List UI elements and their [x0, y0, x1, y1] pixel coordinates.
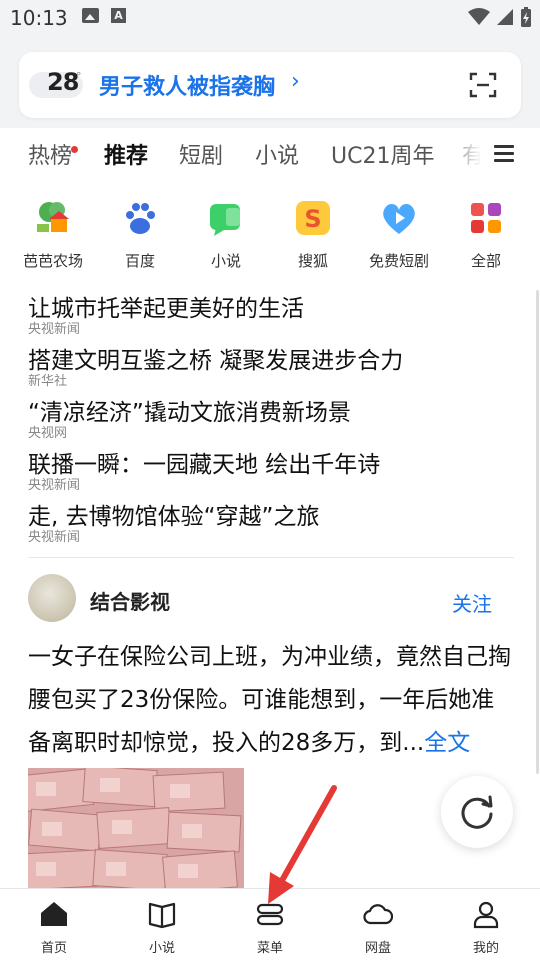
shortcut-novel[interactable]: 小说	[181, 190, 271, 271]
headline-title[interactable]: 联播一瞬：一园藏天地 绘出千年诗	[28, 448, 514, 482]
status-time: 10:13	[10, 6, 68, 30]
avatar[interactable]	[28, 574, 76, 622]
baidu-paw-icon	[120, 198, 160, 238]
refresh-button[interactable]	[441, 776, 513, 848]
nav-label: 小说	[148, 941, 175, 956]
all-apps-icon	[466, 198, 506, 238]
nav-label: 网盘	[364, 941, 391, 956]
signal-icon	[497, 9, 513, 25]
wifi-icon	[468, 8, 490, 25]
shortcut-grid: 芭芭农场 百度 小说 S 搜狐 免费短剧 全部	[0, 190, 540, 280]
headline-title[interactable]: 搭建文明互鉴之桥 凝聚发展进步合力	[28, 344, 514, 378]
nav-label: 菜单	[256, 941, 283, 956]
sohu-icon: S	[293, 198, 333, 238]
novel-icon	[206, 198, 246, 238]
image-notification-icon	[82, 8, 99, 23]
search-box[interactable]: 28 ° 男子救人被指袭胸 ›	[19, 52, 521, 118]
red-dot-badge	[71, 146, 78, 153]
tab-hot[interactable]: 热榜	[28, 138, 72, 170]
nav-profile[interactable]: 我的	[432, 889, 540, 960]
tabs-fade	[440, 128, 500, 180]
shortcut-label: 小说	[210, 252, 241, 270]
shortcut-sohu[interactable]: S 搜狐	[268, 190, 358, 271]
scan-icon[interactable]	[469, 71, 497, 99]
user-icon	[473, 901, 499, 929]
svg-text:S: S	[304, 205, 321, 233]
tab-recommend[interactable]: 推荐	[104, 138, 148, 170]
read-full-link[interactable]: 全文	[424, 730, 470, 756]
chevron-right-icon: ›	[291, 69, 300, 94]
home-icon	[41, 902, 67, 926]
battery-charging-icon	[521, 7, 531, 27]
system-icons	[468, 6, 532, 28]
annotation-arrow-icon	[268, 785, 337, 904]
channel-menu-icon[interactable]	[494, 145, 514, 166]
weather-degree: °	[76, 70, 82, 83]
farm-icon	[33, 198, 73, 238]
weather-temperature[interactable]: 28	[47, 68, 79, 96]
hot-search-query[interactable]: 男子救人被指袭胸	[99, 69, 275, 101]
shortcut-label: 百度	[124, 252, 155, 270]
divider	[28, 557, 514, 558]
nav-novel[interactable]: 小说	[108, 889, 216, 960]
tab-uc21[interactable]: UC21周年	[331, 138, 434, 170]
shortcut-farm[interactable]: 芭芭农场	[8, 190, 98, 271]
list-item[interactable]: 搭建文明互鉴之桥 凝聚发展进步合力 新华社	[28, 344, 514, 396]
shortcut-baidu[interactable]: 百度	[95, 190, 185, 271]
cloud-icon	[363, 904, 394, 925]
header: 28 ° 男子救人被指袭胸 ›	[0, 36, 540, 128]
headline-title[interactable]: 让城市托举起更美好的生活	[28, 292, 514, 326]
book-icon	[148, 902, 176, 929]
headline-title[interactable]: 走, 去博物馆体验“穿越”之旅	[28, 500, 514, 534]
app-notification-icon: A	[111, 8, 126, 23]
shortcut-free-drama[interactable]: 免费短剧	[354, 190, 444, 271]
author-name[interactable]: 结合影视	[90, 586, 170, 615]
nav-label: 我的	[472, 941, 499, 956]
shortcut-label: 芭芭农场	[22, 252, 83, 270]
tab-novel[interactable]: 小说	[255, 138, 299, 170]
feed-image[interactable]	[28, 768, 244, 888]
list-item[interactable]: 联播一瞬：一园藏天地 绘出千年诗 央视新闻	[28, 448, 514, 500]
scrollbar[interactable]	[536, 290, 539, 774]
feed-article-text[interactable]: 一女子在保险公司上班，为冲业绩，竟然自己掏腰包买了23份保险。可谁能想到，一年后…	[28, 636, 514, 765]
status-bar: 10:13 A	[0, 0, 540, 36]
list-item[interactable]: “清凉经济”撬动文旅消费新场景 央视网	[28, 396, 514, 448]
shortcut-label: 全部	[470, 252, 501, 270]
shortcut-all[interactable]: 全部	[441, 190, 531, 271]
refresh-icon	[461, 795, 493, 829]
list-item[interactable]: 走, 去博物馆体验“穿越”之旅 央视新闻	[28, 500, 514, 552]
channel-tabs: 热榜 推荐 短剧 小说 UC21周年 有	[0, 128, 540, 180]
nav-label: 首页	[40, 941, 67, 956]
list-item[interactable]: 让城市托举起更美好的生活 央视新闻	[28, 292, 514, 344]
shortcut-label: 搜狐	[297, 252, 328, 270]
headline-list: 让城市托举起更美好的生活 央视新闻 搭建文明互鉴之桥 凝聚发展进步合力 新华社 …	[28, 292, 514, 552]
nav-home[interactable]: 首页	[0, 889, 108, 960]
headline-title[interactable]: “清凉经济”撬动文旅消费新场景	[28, 396, 514, 430]
tab-short-drama[interactable]: 短剧	[179, 138, 223, 170]
notification-icons: A	[82, 8, 126, 23]
follow-button[interactable]: 关注	[452, 588, 492, 617]
feed-author-row: 结合影视 关注	[28, 574, 514, 624]
heart-play-icon	[379, 198, 419, 238]
shortcut-label: 免费短剧	[368, 252, 429, 270]
